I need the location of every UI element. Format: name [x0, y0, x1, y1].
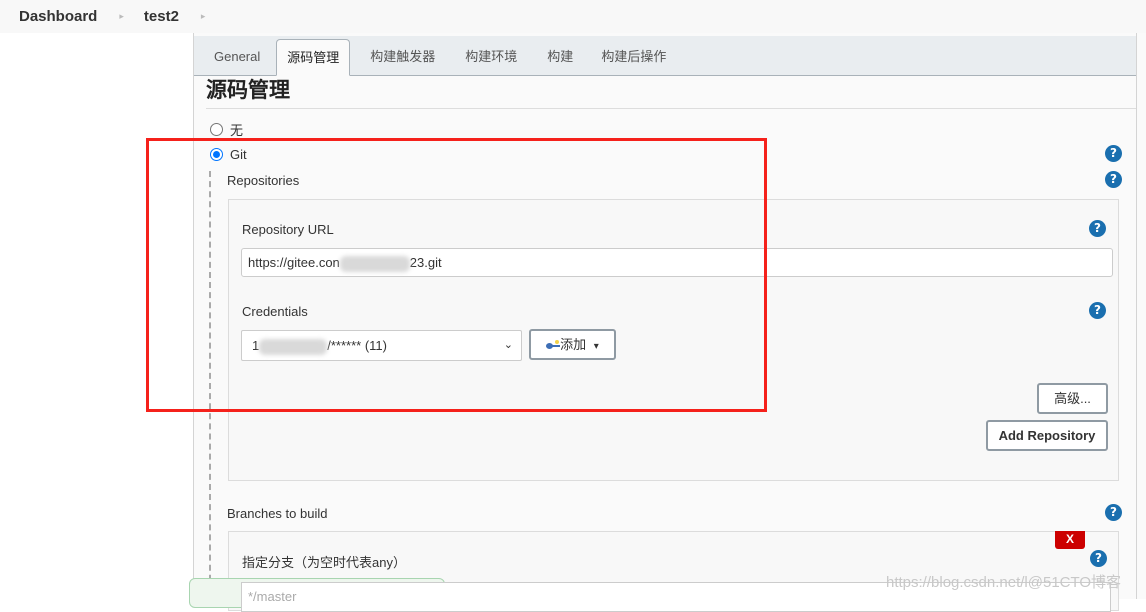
key-icon — [546, 339, 561, 350]
help-icon[interactable]: ? — [1105, 171, 1122, 188]
caret-down-icon: ▾ — [593, 341, 599, 352]
breadcrumb: Dashboard ▸ test2 ▸ — [0, 0, 1146, 33]
delete-branch-button[interactable]: X — [1055, 531, 1085, 549]
branches-label: Branches to build — [227, 506, 328, 521]
help-icon[interactable]: ? — [1105, 504, 1122, 521]
radio-git-label: Git — [230, 147, 247, 162]
credentials-label: Credentials — [242, 304, 308, 319]
repository-block: Repository URL ? https://gitee.con 23.git… — [228, 199, 1119, 481]
redacted-region — [339, 255, 410, 272]
repository-url-suffix: 23.git — [409, 255, 442, 270]
scm-option-git[interactable]: Git — [210, 147, 247, 162]
breadcrumb-separator-icon[interactable]: ▸ — [119, 11, 124, 22]
credentials-suffix: /****** (11) — [327, 338, 387, 353]
repository-url-input[interactable]: https://gitee.con 23.git — [241, 248, 1113, 277]
tab-scm[interactable]: 源码管理 — [276, 39, 351, 76]
watermark: https://blog.csdn.net/l@51CTO博客 — [886, 574, 1122, 591]
tab-general[interactable]: General — [202, 39, 272, 75]
breadcrumb-dashboard[interactable]: Dashboard — [19, 8, 97, 25]
radio-none[interactable] — [210, 123, 223, 136]
chevron-down-icon: ⌄ — [503, 339, 513, 351]
breadcrumb-job[interactable]: test2 — [144, 8, 179, 25]
repository-url-label: Repository URL — [242, 222, 334, 237]
repository-url-prefix: https://gitee.con — [248, 255, 340, 270]
add-repository-button[interactable]: Add Repository — [986, 420, 1108, 451]
credentials-select[interactable]: 1 /****** (11) ⌄ — [241, 330, 522, 361]
breadcrumb-separator-icon[interactable]: ▸ — [201, 11, 206, 22]
branch-specifier-label: 指定分支（为空时代表any） — [242, 555, 406, 570]
advanced-button[interactable]: 高级... — [1037, 383, 1108, 414]
redacted-region — [259, 338, 328, 355]
scm-option-none[interactable]: 无 — [210, 120, 243, 139]
tab-build[interactable]: 构建 — [535, 39, 585, 75]
help-icon[interactable]: ? — [1089, 302, 1106, 319]
panel-border — [1136, 33, 1137, 599]
help-icon[interactable]: ? — [1089, 220, 1106, 237]
section-title: 源码管理 — [206, 77, 1137, 109]
radio-git[interactable] — [210, 148, 223, 161]
radio-none-label: 无 — [230, 123, 244, 138]
add-credentials-button[interactable]: 添加 ▾ — [529, 329, 616, 360]
config-tabs: General 源码管理 构建触发器 构建环境 构建 构建后操作 — [194, 36, 1137, 76]
repositories-label: Repositories — [227, 173, 300, 188]
tab-build-environment[interactable]: 构建环境 — [453, 39, 529, 75]
side-blank — [0, 33, 193, 599]
tab-build-triggers[interactable]: 构建触发器 — [358, 39, 447, 75]
help-icon[interactable]: ? — [1090, 550, 1107, 567]
git-section-guide — [209, 171, 211, 601]
tab-post-build[interactable]: 构建后操作 — [589, 39, 678, 75]
add-credentials-label: 添加 — [560, 337, 587, 352]
help-icon[interactable]: ? — [1105, 145, 1122, 162]
config-panel: General 源码管理 构建触发器 构建环境 构建 构建后操作 源码管理 无 … — [193, 33, 1146, 611]
credentials-prefix: 1 — [252, 338, 260, 353]
